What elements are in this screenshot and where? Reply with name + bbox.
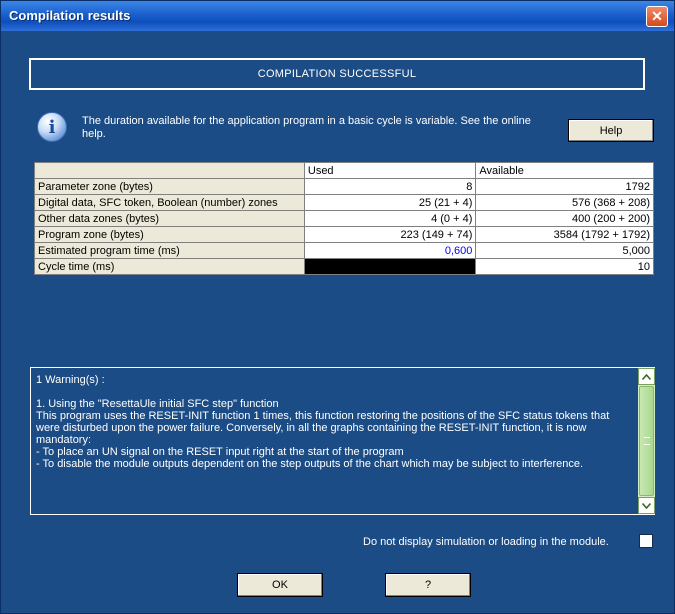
row-label: Cycle time (ms) xyxy=(34,258,305,275)
available-value: 10 xyxy=(475,258,654,275)
help-button-label: Help xyxy=(599,124,623,137)
header-blank xyxy=(34,162,305,179)
used-value: 25 (21 + 4) xyxy=(303,194,477,211)
header-used: Used xyxy=(303,162,477,179)
no-simulation-label: Do not display simulation or loading in … xyxy=(363,536,609,548)
available-value: 400 (200 + 200) xyxy=(475,210,654,227)
row-label: Digital data, SFC token, Boolean (number… xyxy=(34,194,305,211)
ok-button-label: OK xyxy=(272,579,288,591)
info-message: The duration available for the applicati… xyxy=(82,115,531,140)
compilation-status-text: COMPILATION SUCCESSFUL xyxy=(257,68,417,80)
close-icon: ✕ xyxy=(651,8,663,24)
used-value: 4 (0 + 4) xyxy=(303,210,477,227)
chevron-down-icon xyxy=(642,502,651,509)
help-question-label: ? xyxy=(424,579,432,591)
row-label: Estimated program time (ms) xyxy=(34,242,305,259)
warnings-heading: 1 Warning(s) : xyxy=(36,374,105,386)
close-button[interactable]: ✕ xyxy=(646,6,668,27)
row-label: Parameter zone (bytes) xyxy=(34,178,305,195)
table-row: Parameter zone (bytes) 8 1792 xyxy=(34,178,654,195)
grip-icon xyxy=(644,437,650,445)
estimated-time-value: 0,600 xyxy=(303,242,477,259)
table-row: Digital data, SFC token, Boolean (number… xyxy=(34,194,654,211)
table-row: Cycle time (ms) 10 xyxy=(34,258,654,275)
title-bar[interactable]: Compilation results ✕ xyxy=(1,1,674,31)
available-value: 3584 (1792 + 1792) xyxy=(475,226,654,243)
table-header-row: Used Available xyxy=(34,162,654,179)
row-label: Program zone (bytes) xyxy=(34,226,305,243)
scroll-up-button[interactable] xyxy=(638,368,655,385)
vertical-scrollbar[interactable] xyxy=(638,368,655,514)
help-question-button[interactable]: ? xyxy=(385,573,471,597)
cycle-time-used-blank xyxy=(303,258,477,275)
table-row: Other data zones (bytes) 4 (0 + 4) 400 (… xyxy=(34,210,654,227)
row-label: Other data zones (bytes) xyxy=(34,210,305,227)
warning-body: This program uses the RESET-INIT functio… xyxy=(36,410,610,446)
compilation-results-dialog: Compilation results ✕ COMPILATION SUCCES… xyxy=(0,0,675,614)
scroll-down-button[interactable] xyxy=(638,497,655,514)
scroll-thumb[interactable] xyxy=(639,386,654,496)
warning-title: 1. Using the "ResettaUle initial SFC ste… xyxy=(36,398,279,410)
available-value: 576 (368 + 208) xyxy=(475,194,654,211)
used-value: 8 xyxy=(303,178,477,195)
warnings-box[interactable]: 1 Warning(s) : 1. Using the "ResettaUle … xyxy=(30,367,655,515)
window-title: Compilation results xyxy=(9,8,131,23)
warnings-content: 1 Warning(s) : 1. Using the "ResettaUle … xyxy=(36,374,634,470)
help-button[interactable]: Help xyxy=(568,119,654,142)
chevron-up-icon xyxy=(642,373,651,380)
used-value: 223 (149 + 74) xyxy=(303,226,477,243)
info-icon-glyph: i xyxy=(48,116,56,138)
ok-button[interactable]: OK xyxy=(237,573,323,597)
available-value: 5,000 xyxy=(475,242,654,259)
table-row: Estimated program time (ms) 0,600 5,000 xyxy=(34,242,654,259)
no-simulation-checkbox[interactable] xyxy=(639,534,653,548)
results-table: Used Available Parameter zone (bytes) 8 … xyxy=(34,162,654,275)
compilation-status-banner: COMPILATION SUCCESSFUL xyxy=(29,58,645,90)
available-value: 1792 xyxy=(475,178,654,195)
warning-bullet: - To place an UN signal on the RESET inp… xyxy=(36,446,404,458)
table-row: Program zone (bytes) 223 (149 + 74) 3584… xyxy=(34,226,654,243)
header-available: Available xyxy=(475,162,654,179)
warning-bullet: - To disable the module outputs dependen… xyxy=(36,458,584,470)
info-icon: i xyxy=(37,112,67,142)
